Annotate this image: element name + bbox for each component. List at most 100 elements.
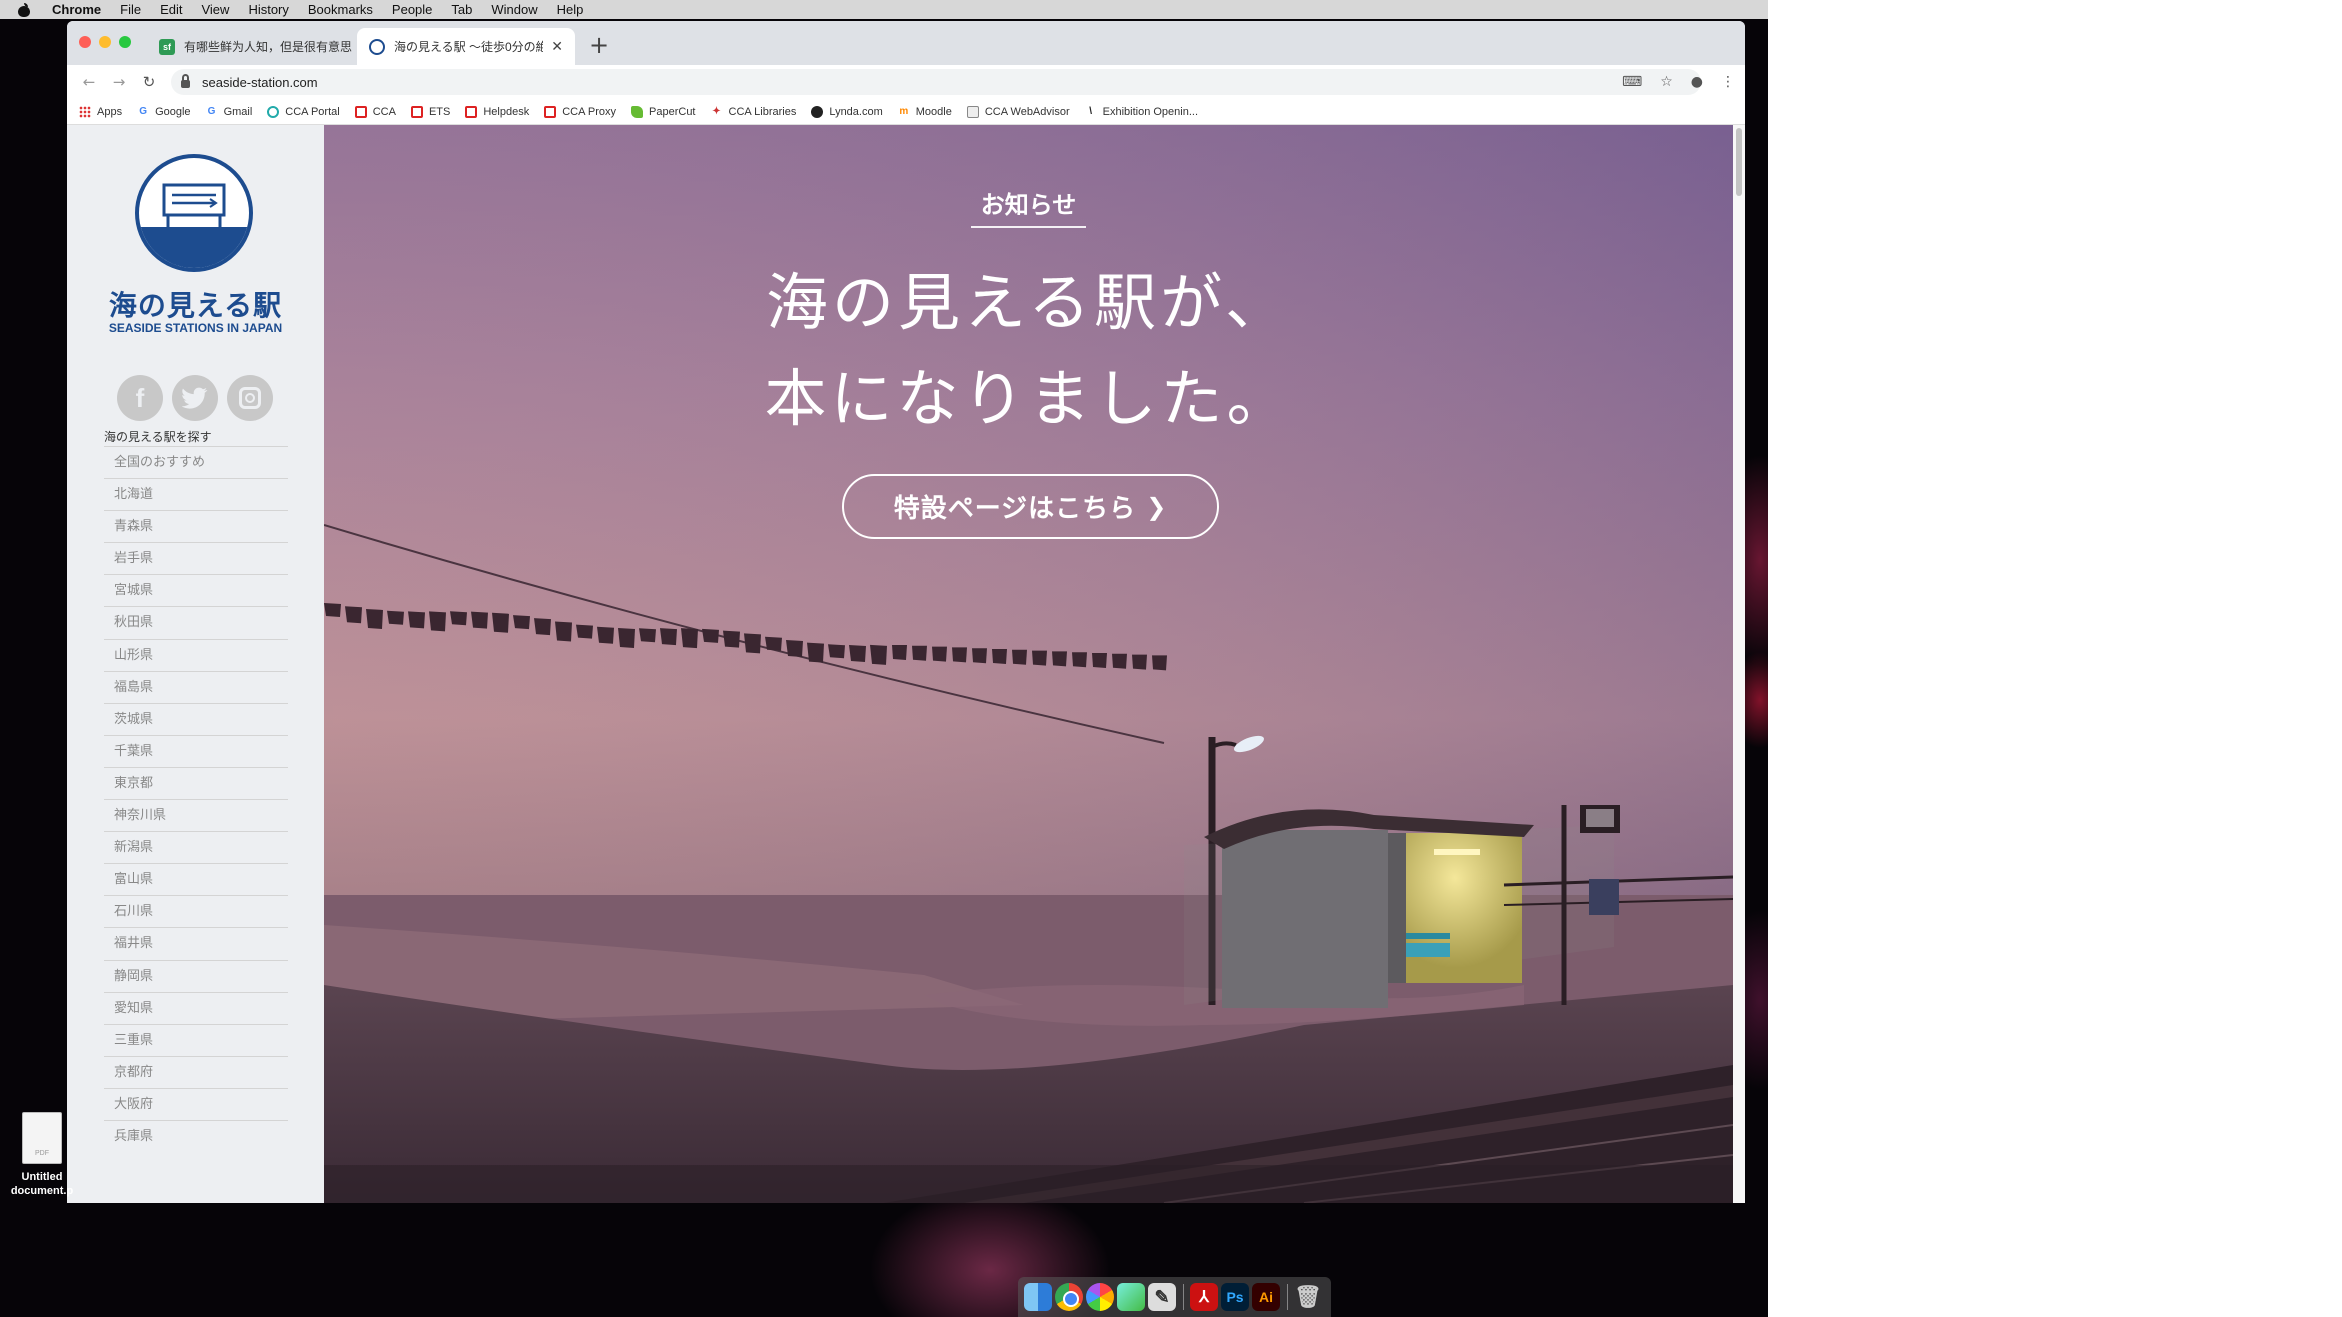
nav-item[interactable]: 千葉県: [104, 734, 288, 767]
instagram-icon[interactable]: [227, 375, 273, 421]
bookmark-lynda[interactable]: Lynda.com: [811, 105, 883, 118]
bookmark-label: Lynda.com: [829, 105, 883, 118]
special-page-button[interactable]: 特設ページはこちら ❯: [842, 474, 1219, 539]
station-logo-icon[interactable]: [134, 153, 254, 273]
bookmark-label: CCA WebAdvisor: [984, 105, 1070, 118]
nav-item[interactable]: 京都府: [104, 1055, 288, 1088]
nav-item[interactable]: 青森県: [104, 510, 288, 542]
bookmark-cca-portal[interactable]: CCA Portal: [267, 105, 340, 118]
nav-item[interactable]: 新潟県: [104, 831, 288, 863]
translate-icon[interactable]: ⌨: [1622, 74, 1642, 90]
menu-help[interactable]: Help: [557, 2, 584, 17]
nav-item[interactable]: 愛知県: [104, 991, 288, 1024]
photoshop-icon[interactable]: Ps: [1221, 1283, 1249, 1311]
nav-item[interactable]: 茨城県: [104, 702, 288, 735]
hero-headline: 海の見える駅が、 本になりました。: [324, 255, 1733, 447]
nav-item[interactable]: 石川県: [104, 895, 288, 927]
social-links: f: [117, 375, 282, 421]
more-menu-icon[interactable]: ⋮: [1721, 74, 1735, 90]
maps-icon[interactable]: [1117, 1283, 1145, 1311]
lynda-icon: [811, 105, 824, 118]
illustrator-icon[interactable]: Ai: [1252, 1283, 1280, 1311]
twitter-icon[interactable]: [172, 375, 218, 421]
pennant-flag: [660, 628, 677, 646]
nav-item[interactable]: 兵庫県: [104, 1119, 288, 1152]
nav-item[interactable]: 東京都: [104, 766, 288, 799]
nav-item[interactable]: 秋田県: [104, 606, 288, 638]
bookmark-google[interactable]: G Google: [137, 106, 190, 118]
photos-icon[interactable]: [1086, 1283, 1114, 1311]
nav-item[interactable]: 富山県: [104, 863, 288, 895]
bookmark-apps[interactable]: Apps: [79, 105, 122, 118]
menu-tab[interactable]: Tab: [451, 2, 472, 17]
forward-arrow-icon[interactable]: →: [111, 73, 127, 91]
bookmark-cca-webadvisor[interactable]: CCA WebAdvisor: [966, 105, 1070, 118]
scrollbar-thumb[interactable]: [1736, 128, 1742, 196]
acrobat-icon[interactable]: ⅄: [1190, 1283, 1218, 1311]
bookmark-moodle[interactable]: m Moodle: [898, 106, 952, 118]
menu-window[interactable]: Window: [491, 2, 537, 17]
pennant-flag: [952, 647, 967, 663]
new-tab-button[interactable]: +: [589, 31, 609, 59]
nav-item[interactable]: 三重県: [104, 1023, 288, 1056]
chrome-icon[interactable]: [1055, 1283, 1083, 1311]
nav-item[interactable]: 福島県: [104, 670, 288, 703]
menu-app-name[interactable]: Chrome: [52, 2, 101, 17]
preview-icon[interactable]: ✎: [1148, 1283, 1176, 1311]
close-tab-icon[interactable]: ✕: [551, 38, 563, 55]
bookmark-label: CCA Portal: [285, 105, 340, 118]
apple-icon[interactable]: [18, 2, 30, 17]
cta-label: 特設ページはこちら: [893, 494, 1137, 524]
menu-people[interactable]: People: [392, 2, 432, 17]
bookmark-star-icon[interactable]: ☆: [1660, 74, 1673, 90]
bookmark-papercut[interactable]: PaperCut: [631, 105, 696, 118]
file-type-label: PDF: [35, 1150, 49, 1157]
minimize-window-button[interactable]: [99, 36, 111, 48]
bookmark-helpdesk[interactable]: Helpdesk: [465, 105, 529, 118]
nav-item[interactable]: 北海道: [104, 478, 288, 510]
bookmark-cca-libraries[interactable]: ✦ CCA Libraries: [711, 106, 796, 118]
notice-text: お知らせ: [970, 185, 1087, 228]
bookmark-ets[interactable]: ETS: [410, 105, 450, 118]
bookmark-exhibition[interactable]: \ Exhibition Openin...: [1085, 106, 1198, 118]
pennant-flag: [534, 618, 551, 636]
nav-item[interactable]: 岩手県: [104, 542, 288, 574]
address-bar[interactable]: seaside-station.com: [171, 69, 1701, 95]
bookmark-label: Google: [155, 105, 191, 118]
nav-item[interactable]: 神奈川県: [104, 799, 288, 831]
page-scrollbar[interactable]: [1733, 125, 1745, 1203]
nav-item[interactable]: 全国のおすすめ: [104, 446, 288, 478]
finder-icon[interactable]: [1024, 1283, 1052, 1311]
pennant-flag: [870, 644, 887, 665]
menu-edit[interactable]: Edit: [160, 2, 182, 17]
nav-item[interactable]: 大阪府: [104, 1087, 288, 1120]
menu-bookmarks[interactable]: Bookmarks: [308, 2, 373, 17]
nav-item[interactable]: 山形県: [104, 638, 288, 671]
nav-item[interactable]: 宮城県: [104, 574, 288, 606]
bookmark-gmail[interactable]: G Gmail: [206, 106, 253, 118]
headline-line-1: 海の見える駅が、: [766, 266, 1291, 339]
menu-view[interactable]: View: [201, 2, 229, 17]
tab-seaside-station[interactable]: 海の見える駅 ～徒歩0分の絶景 ✕: [357, 28, 575, 65]
site-logo-text[interactable]: 海の見える駅: [67, 284, 324, 324]
back-arrow-icon[interactable]: ←: [81, 73, 97, 91]
close-window-button[interactable]: [79, 36, 91, 48]
nav-item[interactable]: 静岡県: [104, 959, 288, 992]
reload-icon[interactable]: ↻: [141, 73, 157, 91]
file-name-line-2: document.p: [10, 1185, 74, 1197]
desktop-file[interactable]: PDF Untitled document.p: [2, 1112, 82, 1198]
profile-icon[interactable]: ●: [1691, 74, 1703, 90]
zoom-window-button[interactable]: [119, 36, 131, 48]
bookmark-cca[interactable]: CCA: [354, 105, 396, 118]
pennant-flag: [639, 628, 656, 643]
menu-history[interactable]: History: [248, 2, 288, 17]
pennant-flag: [681, 628, 698, 649]
bookmark-label: Moodle: [915, 105, 952, 118]
menu-file[interactable]: File: [120, 2, 141, 17]
bookmark-cca-proxy[interactable]: CCA Proxy: [544, 105, 616, 118]
tab-strip: sf 有哪些鲜为人知，但是很有意思 ✕ 海の見える駅 ～徒歩0分の絶景 ✕ +: [67, 21, 1745, 65]
pennant-flag: [723, 630, 740, 648]
facebook-icon[interactable]: f: [117, 375, 163, 421]
trash-icon[interactable]: 🗑: [1294, 1283, 1322, 1311]
nav-item[interactable]: 福井県: [104, 927, 288, 959]
